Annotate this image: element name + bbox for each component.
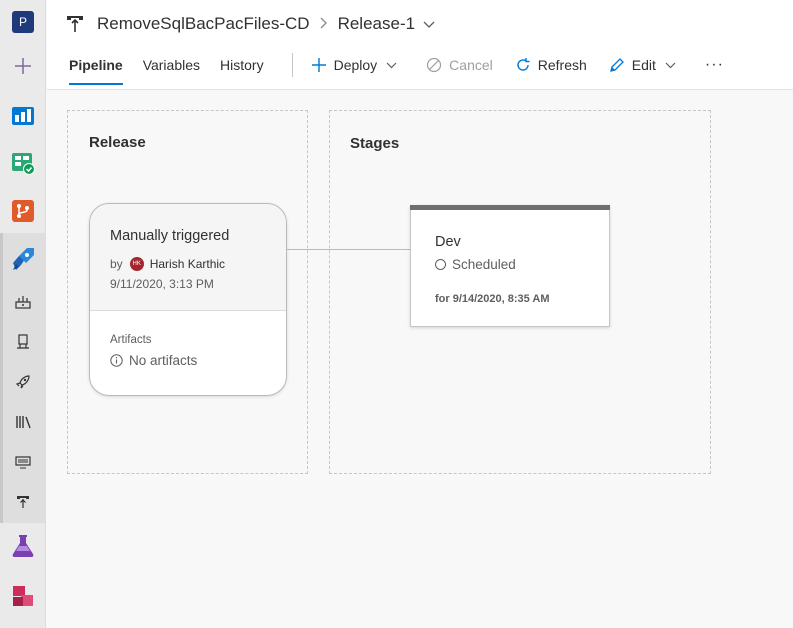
scheduled-circle-icon: [435, 259, 446, 270]
test-plans-icon[interactable]: [0, 528, 46, 564]
stage-status-text: Scheduled: [452, 257, 516, 272]
release-author: by HK Harish Karthic: [110, 257, 225, 271]
edit-label: Edit: [631, 57, 656, 73]
release-pipeline-icon[interactable]: [0, 484, 46, 520]
project-avatar[interactable]: P: [0, 4, 46, 40]
plus-icon: [311, 58, 326, 72]
stage-connector-line: [287, 249, 410, 250]
release-header: RemoveSqlBacPacFiles-CD Release-1 Pipeli…: [47, 0, 793, 90]
pencil-icon: [609, 58, 624, 72]
project-initial: P: [12, 11, 34, 33]
add-icon[interactable]: [0, 48, 46, 84]
refresh-button[interactable]: Refresh: [515, 57, 587, 73]
stage-name: Dev: [435, 234, 461, 250]
task-groups-icon[interactable]: [0, 444, 46, 480]
breadcrumb: RemoveSqlBacPacFiles-CD Release-1: [65, 12, 435, 36]
release-tabs: Pipeline Variables History Deploy Cancel…: [69, 52, 746, 85]
artifacts-value: No artifacts: [110, 353, 197, 368]
release-switch-chevron-down-icon[interactable]: [423, 14, 435, 34]
release-card[interactable]: Manually triggered by HK Harish Karthic …: [89, 203, 287, 396]
avatar: HK: [129, 257, 144, 271]
cancel-icon: [427, 57, 442, 73]
tab-variables[interactable]: Variables: [143, 52, 200, 78]
more-actions-button[interactable]: ···: [705, 56, 724, 74]
repos-icon[interactable]: [0, 193, 46, 229]
no-artifacts-text: No artifacts: [129, 353, 198, 368]
author-name[interactable]: Harish Karthic: [150, 257, 225, 271]
release-trigger-text: Manually triggered: [110, 228, 230, 244]
refresh-icon: [517, 58, 530, 71]
tab-pipeline[interactable]: Pipeline: [69, 52, 123, 85]
left-nav-rail: P: [0, 0, 46, 628]
pipelines-icon[interactable]: [0, 242, 46, 278]
by-label: by: [110, 257, 123, 271]
release-pipeline-icon: [67, 16, 83, 32]
artifacts-label: Artifacts: [110, 334, 152, 346]
deploy-button[interactable]: Deploy: [311, 57, 405, 73]
cancel-label: Cancel: [449, 57, 493, 73]
release-panel-title: Release: [89, 134, 146, 151]
deployment-groups-icon[interactable]: [0, 324, 46, 360]
stage-scheduled-time: for 9/14/2020, 8:35 AM: [435, 293, 550, 305]
stage-card-dev[interactable]: Dev Scheduled for 9/14/2020, 8:35 AM: [410, 205, 610, 327]
boards-icon[interactable]: [0, 145, 46, 181]
deploy-label: Deploy: [333, 57, 378, 73]
breadcrumb-separator-icon: [320, 16, 328, 32]
cancel-button[interactable]: Cancel: [426, 57, 493, 73]
stage-status-bar: [410, 205, 610, 210]
info-icon: [110, 354, 123, 367]
more-actions-icon: ···: [704, 56, 724, 73]
artifacts-icon[interactable]: [0, 578, 46, 614]
toolbar-divider: [291, 53, 293, 77]
chevron-down-icon: [665, 62, 676, 68]
environments-icon[interactable]: [0, 284, 46, 320]
release-name[interactable]: Release-1: [338, 14, 416, 34]
release-timestamp: 9/11/2020, 3:13 PM: [110, 277, 214, 291]
refresh-label: Refresh: [537, 57, 587, 73]
pipeline-name-link[interactable]: RemoveSqlBacPacFiles-CD: [97, 14, 310, 34]
stage-status: Scheduled: [435, 257, 516, 272]
library-icon[interactable]: [0, 404, 46, 440]
stages-panel-title: Stages: [350, 135, 400, 152]
chevron-down-icon: [386, 62, 397, 68]
overview-icon[interactable]: [0, 97, 46, 133]
releases-rocket-icon[interactable]: [0, 364, 46, 400]
edit-button[interactable]: Edit: [609, 57, 683, 73]
tab-history[interactable]: History: [220, 52, 264, 78]
